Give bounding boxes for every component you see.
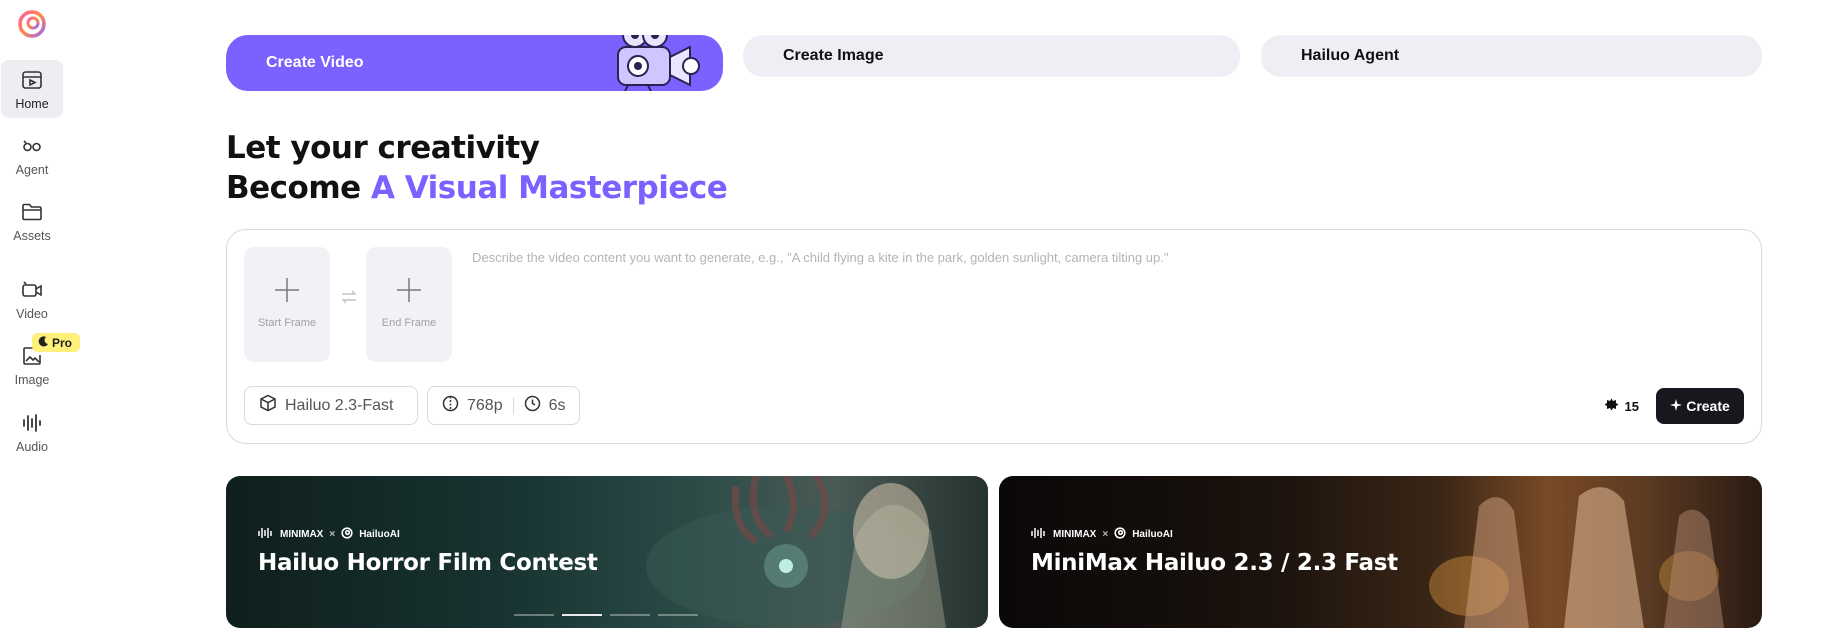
pro-badge: Pro [32, 333, 81, 352]
headline-accent: A Visual Masterpiece [370, 170, 728, 206]
banner-horror-contest[interactable]: MINIMAX × HailuoAI Hailuo Horror Film Co… [226, 476, 988, 628]
sidebar-item-agent[interactable]: Agent [0, 126, 64, 184]
minimax-logo-icon [258, 527, 274, 542]
hailuo-logo-icon [341, 527, 353, 542]
cube-icon [259, 394, 277, 417]
start-frame-upload[interactable]: Start Frame [244, 247, 330, 362]
infinity-icon [20, 134, 44, 158]
start-frame-label: Start Frame [257, 317, 317, 329]
brand-sep: × [329, 529, 336, 540]
prompt-input[interactable]: Describe the video content you want to g… [472, 250, 1732, 265]
plus-icon [274, 277, 300, 307]
folder-icon [20, 200, 44, 224]
sparkle-icon [1670, 398, 1683, 414]
sidebar-item-audio[interactable]: Audio [0, 403, 64, 461]
divider [512, 396, 514, 415]
sidebar-item-assets[interactable]: Assets [0, 192, 64, 250]
model-selector[interactable]: Hailuo 2.3-Fast [244, 386, 418, 425]
sidebar-item-label: Video [16, 306, 48, 321]
sidebar-item-label: Audio [16, 439, 48, 454]
brand-sep: × [1102, 529, 1109, 540]
tab-create-video[interactable]: Create Video [226, 35, 723, 91]
sidebar-item-label: Home [15, 96, 49, 111]
duration-label: 6s [548, 396, 566, 414]
carousel-dot[interactable] [514, 614, 554, 616]
model-label: Hailuo 2.3-Fast [285, 396, 394, 414]
end-frame-upload[interactable]: End Frame [366, 247, 452, 362]
carousel-dot[interactable] [610, 614, 650, 616]
prompt-composer: Start Frame End Frame Describe the video… [226, 229, 1762, 444]
carousel-dot-active[interactable] [562, 614, 602, 616]
credits-icon [1604, 398, 1619, 414]
hailuo-logo-icon [1114, 527, 1126, 542]
carousel-dot[interactable] [658, 614, 698, 616]
brand-right: HailuoAI [1132, 529, 1173, 540]
camera-mascot-icon [608, 35, 703, 91]
banner-title: MiniMax Hailuo 2.3 / 2.3 Fast [1031, 550, 1398, 576]
resolution-label: 768p [467, 396, 503, 414]
tab-label: Create Image [783, 47, 884, 64]
tab-hailuo-agent[interactable]: Hailuo Agent [1261, 35, 1762, 77]
moon-icon [38, 335, 49, 350]
end-frame-label: End Frame [381, 317, 437, 329]
video-icon [20, 278, 44, 302]
resolution-icon [442, 395, 459, 417]
video-settings-selector[interactable]: 768p 6s [427, 386, 580, 425]
clock-icon [524, 395, 541, 417]
banner-title: Hailuo Horror Film Contest [258, 550, 598, 576]
brand-right: HailuoAI [359, 529, 400, 540]
tab-label: Create Video [266, 54, 364, 71]
sidebar-item-home[interactable]: Home [1, 60, 63, 118]
credits-value: 15 [1624, 398, 1639, 414]
home-icon [20, 68, 44, 92]
headline-line2: Become A Visual Masterpiece [226, 170, 728, 206]
plus-icon [396, 277, 422, 307]
tab-label: Hailuo Agent [1301, 47, 1400, 64]
banner-minimax-hailuo[interactable]: MINIMAX × HailuoAI MiniMax Hailuo 2.3 / … [999, 476, 1762, 628]
headline-line1: Let your creativity [226, 130, 540, 166]
tab-create-image[interactable]: Create Image [743, 35, 1240, 77]
banner-brand: MINIMAX × HailuoAI [1031, 527, 1173, 542]
carousel-indicator [514, 614, 698, 616]
app-logo-icon[interactable] [18, 10, 46, 38]
sidebar-item-label: Image [14, 372, 50, 387]
swap-icon[interactable] [340, 288, 358, 310]
credits-counter: 15 [1604, 398, 1639, 414]
brand-left: MINIMAX [280, 529, 324, 540]
sidebar-item-video[interactable]: Video [0, 270, 64, 328]
pro-badge-label: Pro [52, 335, 73, 350]
sidebar-item-label: Agent [15, 162, 49, 177]
brand-left: MINIMAX [1053, 529, 1097, 540]
sidebar: Home Agent Assets Video Image Pro Audio [0, 0, 81, 632]
minimax-logo-icon [1031, 527, 1047, 542]
headline-prefix: Become [226, 170, 371, 206]
audio-wave-icon [20, 411, 44, 435]
sidebar-item-label: Assets [13, 228, 51, 243]
create-button[interactable]: Create [1656, 388, 1744, 424]
banner-brand: MINIMAX × HailuoAI [258, 527, 400, 542]
create-label: Create [1686, 398, 1730, 414]
